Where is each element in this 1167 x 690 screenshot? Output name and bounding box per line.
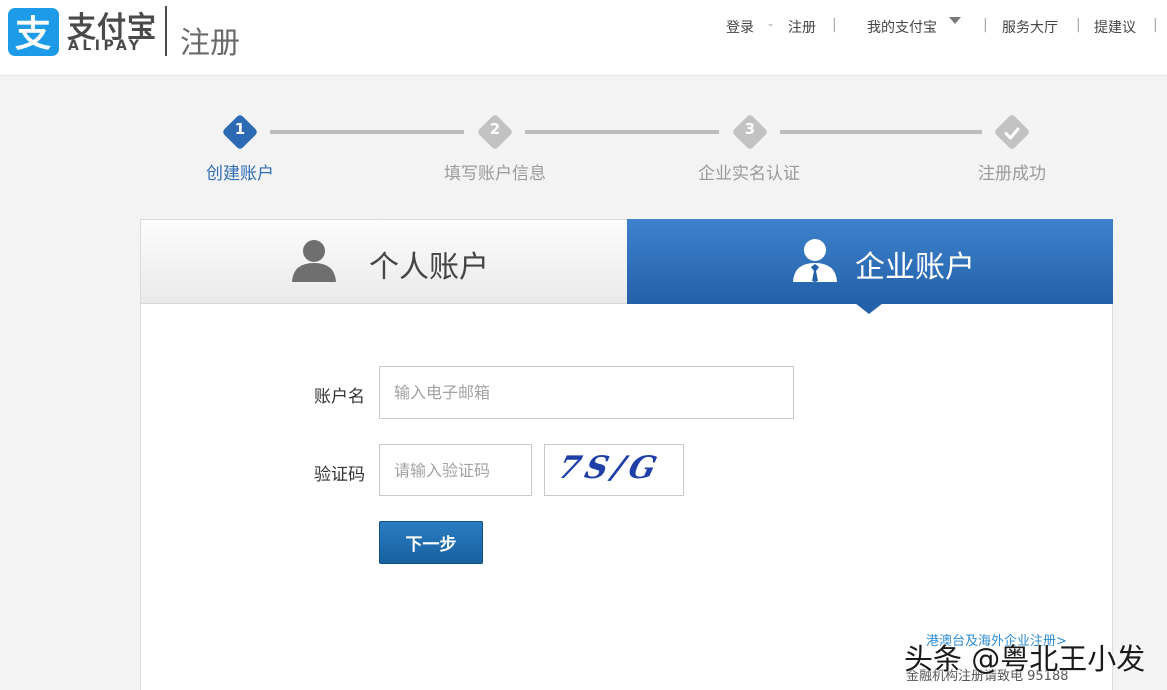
alipay-logo-icon[interactable]: 支 [8, 8, 59, 56]
captcha-input[interactable] [379, 444, 532, 496]
register-link[interactable]: 注册 [788, 17, 816, 37]
step-3-label: 企业实名认证 [698, 164, 800, 184]
watermark: 头条 @粤北王小发 [904, 642, 1146, 676]
tab-personal-label[interactable]: 个人账户 [369, 242, 489, 286]
login-link[interactable]: 登录 [726, 17, 754, 37]
check-icon [1004, 127, 1020, 140]
account-name-label: 账户名 [314, 387, 365, 407]
nav-separator: | [983, 17, 988, 33]
chevron-down-icon[interactable] [949, 17, 961, 24]
person-icon [292, 240, 336, 282]
step-2-number: 2 [489, 120, 501, 138]
tab-enterprise-label[interactable]: 企业账户 [855, 242, 975, 286]
logo-glyph: 支 [15, 14, 51, 55]
step-connector [270, 130, 464, 134]
step-connector [525, 130, 719, 134]
nav-separator: | [832, 17, 837, 33]
step-4-label: 注册成功 [978, 164, 1046, 184]
logo-wordmark-en: ALIPAY [68, 38, 143, 54]
step-2-label: 填写账户信息 [444, 164, 546, 184]
captcha-image-text: 7S/G [554, 450, 666, 486]
tab-pointer [855, 303, 883, 314]
service-hall-link[interactable]: 服务大厅 [1002, 17, 1058, 37]
step-1-number: 1 [234, 120, 246, 138]
step-1-label: 创建账户 [206, 164, 274, 184]
account-email-input[interactable] [379, 366, 794, 419]
business-person-icon [793, 239, 837, 282]
nav-separator: | [1153, 17, 1158, 33]
top-header: 支 支付宝 ALIPAY 注册 登录 - 注册 | 我的支付宝 | 服务大厅 |… [0, 0, 1167, 76]
logo-divider [165, 6, 167, 56]
nav-dash: - [768, 17, 774, 33]
feedback-link[interactable]: 提建议 [1094, 17, 1136, 37]
my-alipay-menu[interactable]: 我的支付宝 [867, 17, 937, 37]
captcha-image[interactable]: 7S/G [544, 444, 684, 496]
page-title: 注册 [180, 26, 240, 61]
nav-separator: | [1076, 17, 1081, 33]
next-step-button[interactable]: 下一步 [379, 521, 483, 564]
step-connector [780, 130, 982, 134]
step-3-number: 3 [744, 120, 756, 138]
captcha-label: 验证码 [314, 465, 365, 485]
